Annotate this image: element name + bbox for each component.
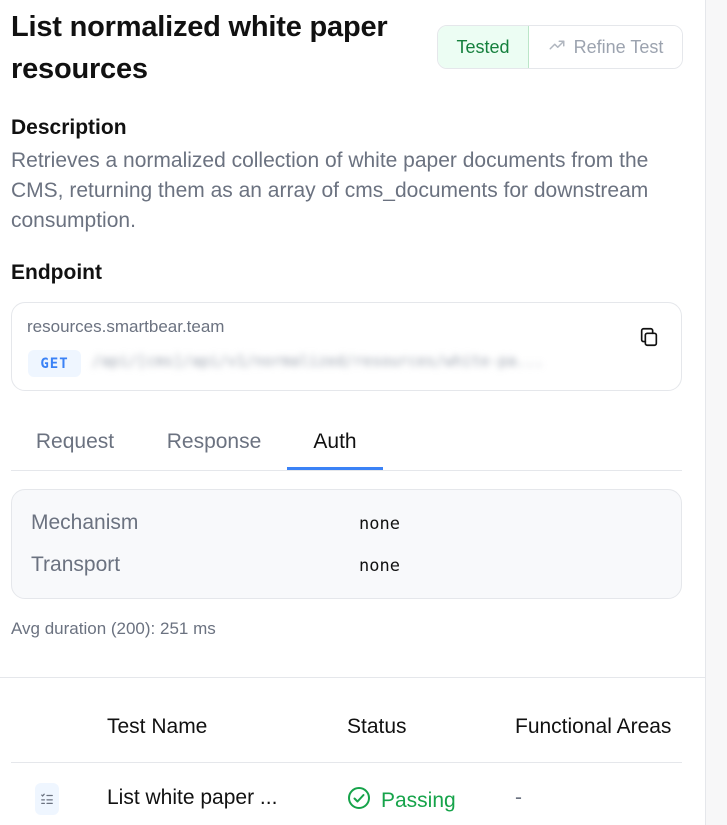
auth-transport-value: none [359,556,400,576]
section-divider [0,677,705,678]
tested-button[interactable]: Tested [438,26,529,68]
column-header-test-name[interactable]: Test Name [107,715,207,739]
auth-transport-label: Transport [31,553,121,576]
active-tab-indicator [287,467,383,470]
list-check-icon [35,783,59,815]
endpoint-card: resources.smartbear.team GET /api/[cms]/… [11,302,682,391]
refine-test-button[interactable]: Refine Test [529,26,682,68]
check-circle-icon [347,786,371,816]
column-header-functional-areas[interactable]: Functional Areas [515,715,671,739]
refine-test-label: Refine Test [573,36,664,57]
status-button-group: Tested Refine Test [437,25,683,69]
status-cell: Passing [347,786,456,816]
endpoint-heading: Endpoint [11,261,102,284]
test-detail-panel: List normalized white paper resources Te… [0,0,705,825]
copy-icon[interactable] [636,324,662,350]
page-title: List normalized white paper resources [11,11,388,85]
functional-areas-cell: - [515,786,522,809]
http-method-badge: GET [28,350,81,377]
status-label: Passing [381,789,456,812]
auth-mechanism-label: Mechanism [31,511,139,534]
detail-tabs: Request Response Auth [11,412,682,471]
scrollbar-track[interactable] [705,0,727,825]
description-heading: Description [11,116,127,139]
trending-up-icon [548,36,566,59]
endpoint-host: resources.smartbear.team [27,317,225,336]
column-header-status[interactable]: Status [347,715,407,739]
tab-auth[interactable]: Auth [287,412,383,471]
auth-mechanism-value: none [359,514,400,534]
test-name-cell[interactable]: List white paper ... [107,786,277,810]
endpoint-path: /api/[cms]/api/v1/normalized/resources/w… [92,352,544,370]
tab-request[interactable]: Request [11,412,139,471]
tab-response[interactable]: Response [153,412,275,471]
auth-details-card: Mechanism none Transport none [11,489,682,599]
avg-duration: Avg duration (200): 251 ms [11,619,216,638]
table-header-divider [11,762,682,763]
description-text: Retrieves a normalized collection of whi… [11,149,649,232]
